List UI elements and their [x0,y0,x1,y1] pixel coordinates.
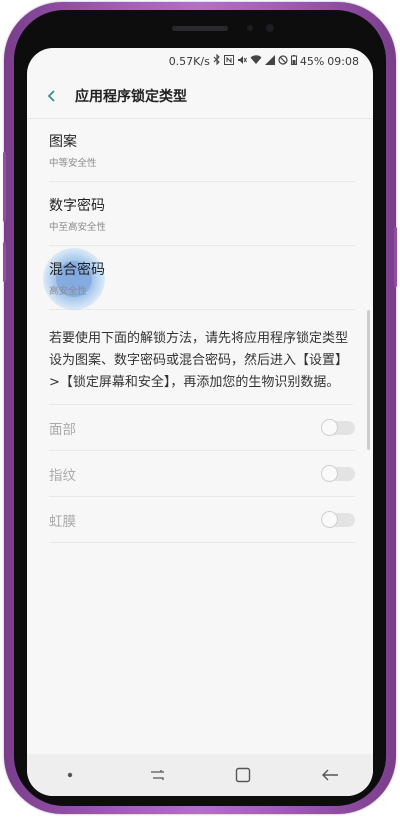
face-toggle[interactable] [321,418,355,436]
sensor [247,25,253,31]
iris-toggle[interactable] [321,510,355,528]
option-subtitle: 中至高安全性 [49,221,107,233]
network-speed: 0.57K/s [168,54,210,68]
volume-button [3,242,6,282]
option-title: 数字密码 [49,197,105,214]
toggle-knob [321,464,338,482]
wifi-icon [250,54,262,68]
settings-list: 图案 中等安全性 数字密码 中至高安全性 混合密码 高安全性 若要使用下面的解锁… [27,118,373,543]
toggle-knob [321,418,338,436]
battery-percent: 45% [299,54,325,68]
biometric-row-face: 面部 [49,405,355,451]
earpiece [172,26,228,31]
app-bar: 应用程序锁定类型 [27,74,373,119]
lock-option-pin[interactable]: 数字密码 中至高安全性 [49,182,355,246]
toggle-knob [321,510,338,528]
clock: 09:08 [327,54,359,68]
phone-frame: 0.57K/s 45% 09:08 应用程序锁定类型 图案 中等安全性 数字密码… [3,2,397,814]
fingerprint-toggle[interactable] [321,464,355,482]
tap-indicator [43,248,105,310]
lock-option-password[interactable]: 混合密码 高安全性 [43,246,355,310]
bluetooth-icon [213,53,221,68]
biometric-row-fingerprint: 指纹 [49,451,355,497]
screen: 0.57K/s 45% 09:08 应用程序锁定类型 图案 中等安全性 数字密码… [27,48,373,796]
mute-icon [237,55,247,68]
option-subtitle: 中等安全性 [49,157,97,169]
bixby-button [3,152,6,222]
scrollbar[interactable] [367,310,370,450]
dot-icon[interactable] [50,755,90,795]
home-icon[interactable] [223,755,263,795]
back-chevron-icon[interactable] [45,89,59,103]
no-disturb-icon [278,54,288,68]
nfc-icon [223,54,234,68]
back-arrow-icon[interactable] [310,755,350,795]
biometrics-info-text: 若要使用下面的解锁方法，请先将应用程序锁定类型设为图案、数字密码或混合密码，然后… [49,328,353,405]
option-title: 混合密码 [49,261,105,278]
navigation-bar [27,754,373,796]
phone-bezel: 0.57K/s 45% 09:08 应用程序锁定类型 图案 中等安全性 数字密码… [14,10,386,806]
recents-icon[interactable] [137,755,177,795]
signal-icon [264,54,275,68]
option-subtitle: 高安全性 [49,285,88,297]
biometric-row-iris: 虹膜 [49,497,355,543]
biometric-label: 指纹 [49,467,76,484]
battery-icon [290,54,297,68]
lock-option-pattern[interactable]: 图案 中等安全性 [49,118,355,182]
front-camera [266,24,274,32]
status-bar: 0.57K/s 45% 09:08 [27,48,373,74]
option-title: 图案 [49,133,77,150]
biometric-label: 虹膜 [49,513,76,530]
page-title: 应用程序锁定类型 [75,89,187,105]
biometric-label: 面部 [49,421,76,438]
power-button [394,227,397,287]
